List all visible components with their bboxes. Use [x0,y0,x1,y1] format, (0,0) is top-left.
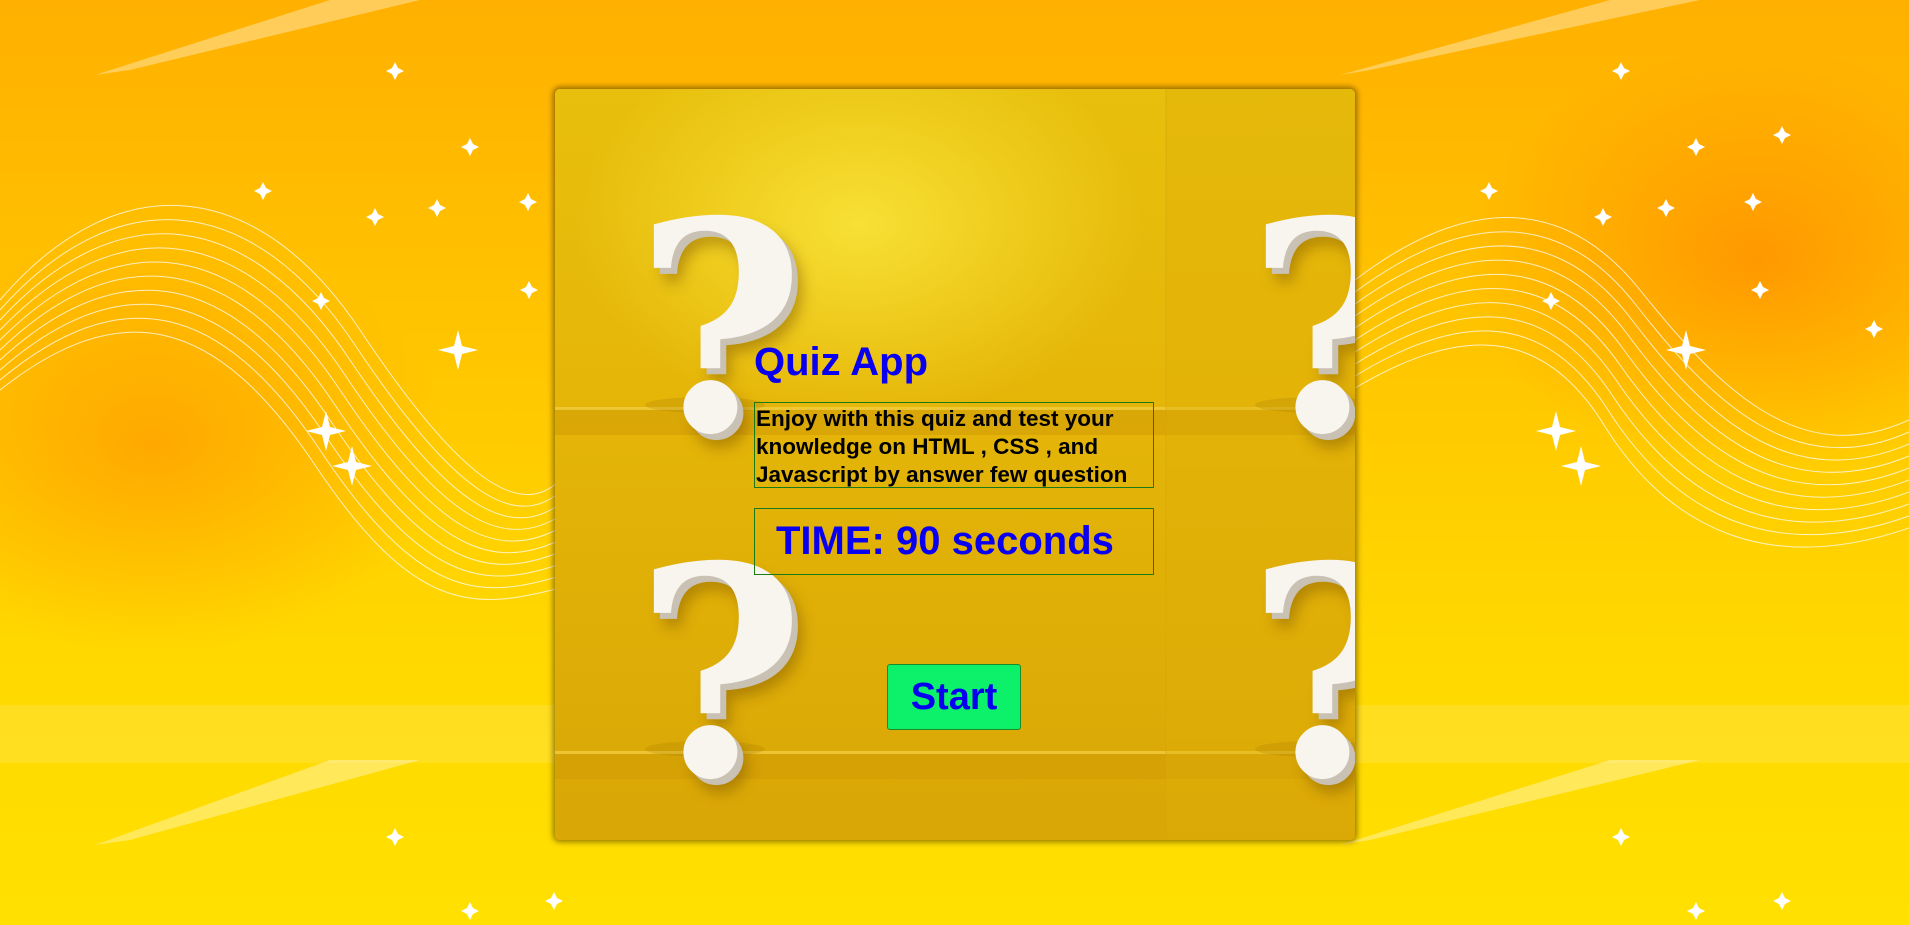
quiz-description: Enjoy with this quiz and test your knowl… [754,402,1154,488]
app-title: Quiz App [754,340,929,384]
timer-display: TIME: 90 seconds [754,508,1154,575]
question-mark-icon: ? [1247,529,1355,819]
wave-lines-right [1354,217,1909,548]
quiz-start-screen: Quiz App Enjoy with this quiz and test y… [754,322,1154,730]
question-mark-icon: ? [1247,184,1355,474]
wave-lines-left [0,205,561,600]
quiz-panel: ? ? ? ? Quiz App Enjoy with this quiz an… [555,89,1355,840]
start-button[interactable]: Start [887,664,1021,730]
